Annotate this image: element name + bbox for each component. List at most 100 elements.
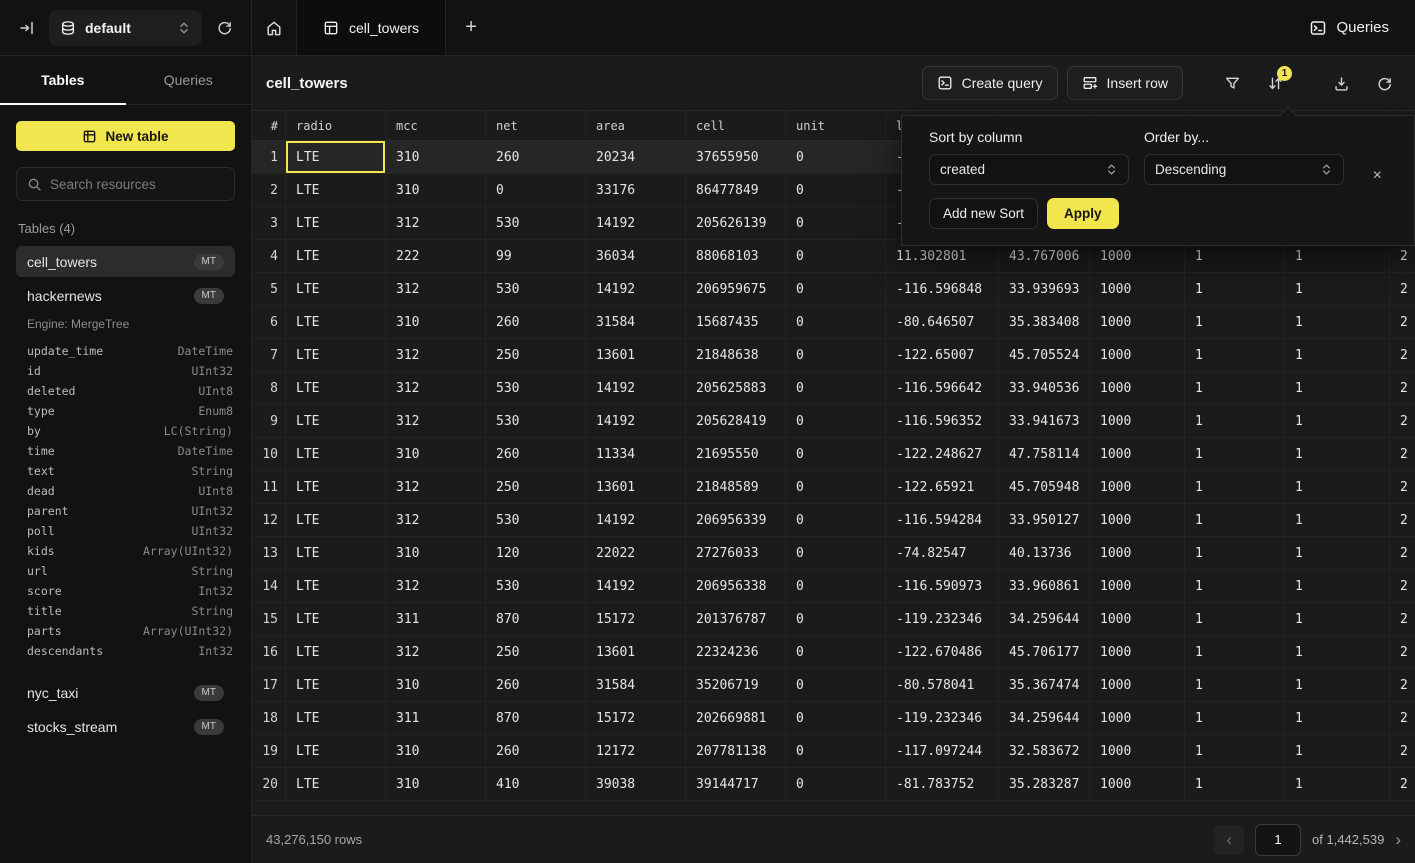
create-query-button[interactable]: Create query xyxy=(922,66,1058,100)
table-cell[interactable]: 1000 xyxy=(1090,603,1185,635)
table-cell[interactable]: 530 xyxy=(486,273,586,305)
table-cell[interactable]: 206956338 xyxy=(686,570,786,602)
table-cell[interactable]: 1 xyxy=(1285,537,1390,569)
table-cell[interactable]: 205626139 xyxy=(686,207,786,239)
table-cell[interactable]: 0 xyxy=(786,240,886,272)
table-cell[interactable]: 14192 xyxy=(586,570,686,602)
table-cell[interactable]: 310 xyxy=(386,306,486,338)
table-cell[interactable]: 1000 xyxy=(1090,537,1185,569)
table-cell[interactable]: 13601 xyxy=(586,636,686,668)
column-header-row-number[interactable]: # xyxy=(252,111,286,140)
filter-button[interactable] xyxy=(1215,66,1249,100)
table-cell[interactable]: 20234 xyxy=(586,141,686,173)
table-cell[interactable]: 530 xyxy=(486,570,586,602)
table-cell[interactable]: 2 xyxy=(1390,273,1415,305)
table-cell[interactable]: LTE xyxy=(286,471,386,503)
sidebar-tab-queries[interactable]: Queries xyxy=(126,56,252,104)
add-new-sort-button[interactable]: Add new Sort xyxy=(929,198,1038,229)
home-button[interactable] xyxy=(252,0,296,55)
table-cell[interactable]: 1000 xyxy=(1090,570,1185,602)
table-cell[interactable]: 1000 xyxy=(1090,273,1185,305)
table-cell[interactable]: 250 xyxy=(486,471,586,503)
table-cell[interactable]: 530 xyxy=(486,372,586,404)
table-cell[interactable]: 312 xyxy=(386,372,486,404)
table-cell[interactable]: 1000 xyxy=(1090,372,1185,404)
table-cell[interactable]: 40.13736 xyxy=(999,537,1090,569)
table-cell[interactable]: -116.596352 xyxy=(886,405,999,437)
table-cell[interactable]: 1 xyxy=(1185,537,1285,569)
column-header-unit[interactable]: unit xyxy=(786,111,886,140)
table-cell[interactable]: 1 xyxy=(1285,405,1390,437)
table-cell[interactable]: 32.583672 xyxy=(999,735,1090,767)
refresh-table-button[interactable] xyxy=(1367,66,1401,100)
table-cell[interactable]: 35.283287 xyxy=(999,768,1090,800)
table-cell[interactable]: -122.670486 xyxy=(886,636,999,668)
table-cell[interactable]: 1 xyxy=(1285,636,1390,668)
table-cell[interactable]: 0 xyxy=(786,768,886,800)
table-cell[interactable]: 15172 xyxy=(586,603,686,635)
table-cell[interactable]: 39038 xyxy=(586,768,686,800)
table-cell[interactable]: 312 xyxy=(386,471,486,503)
table-cell[interactable]: LTE xyxy=(286,141,386,173)
table-cell[interactable]: 1000 xyxy=(1090,471,1185,503)
table-cell[interactable]: 310 xyxy=(386,735,486,767)
table-cell[interactable]: -122.248627 xyxy=(886,438,999,470)
table-cell[interactable]: 2 xyxy=(1390,537,1415,569)
new-tab-button[interactable]: + xyxy=(446,0,496,55)
table-cell[interactable]: 0 xyxy=(786,339,886,371)
table-cell[interactable]: 0 xyxy=(786,669,886,701)
table-cell[interactable]: LTE xyxy=(286,240,386,272)
table-cell[interactable]: 1000 xyxy=(1090,702,1185,734)
table-cell[interactable]: 310 xyxy=(386,174,486,206)
table-cell[interactable]: 1 xyxy=(1185,372,1285,404)
table-cell[interactable]: 34.259644 xyxy=(999,702,1090,734)
table-cell[interactable]: -116.596642 xyxy=(886,372,999,404)
table-cell[interactable]: -119.232346 xyxy=(886,702,999,734)
table-cell[interactable]: 222 xyxy=(386,240,486,272)
table-cell[interactable]: 2 xyxy=(1390,339,1415,371)
table-cell[interactable]: 1000 xyxy=(1090,504,1185,536)
table-cell[interactable]: -119.232346 xyxy=(886,603,999,635)
table-cell[interactable]: -116.594284 xyxy=(886,504,999,536)
table-cell[interactable]: 2 xyxy=(1390,306,1415,338)
table-cell[interactable]: 1000 xyxy=(1090,405,1185,437)
table-cell[interactable]: 312 xyxy=(386,636,486,668)
table-cell[interactable]: 250 xyxy=(486,339,586,371)
table-cell[interactable]: 205625883 xyxy=(686,372,786,404)
table-cell[interactable]: 0 xyxy=(786,735,886,767)
table-cell[interactable]: -81.783752 xyxy=(886,768,999,800)
table-cell[interactable]: 311 xyxy=(386,702,486,734)
table-cell[interactable]: 250 xyxy=(486,636,586,668)
column-header-net[interactable]: net xyxy=(486,111,586,140)
table-cell[interactable]: 0 xyxy=(486,174,586,206)
table-cell[interactable]: 1000 xyxy=(1090,768,1185,800)
table-cell[interactable]: 33.960861 xyxy=(999,570,1090,602)
table-cell[interactable]: 2 xyxy=(1390,405,1415,437)
table-cell[interactable]: 86477849 xyxy=(686,174,786,206)
search-input[interactable] xyxy=(50,177,224,192)
table-cell[interactable]: 33176 xyxy=(586,174,686,206)
table-cell[interactable]: 0 xyxy=(786,438,886,470)
table-cell[interactable]: LTE xyxy=(286,537,386,569)
table-cell[interactable]: 1 xyxy=(1185,339,1285,371)
table-cell[interactable]: 31584 xyxy=(586,669,686,701)
table-cell[interactable]: 1 xyxy=(1185,768,1285,800)
table-cell[interactable]: 2 xyxy=(1390,471,1415,503)
table-cell[interactable]: 14192 xyxy=(586,405,686,437)
table-cell[interactable]: 1 xyxy=(1285,570,1390,602)
table-cell[interactable]: -116.596848 xyxy=(886,273,999,305)
table-cell[interactable]: 530 xyxy=(486,504,586,536)
table-cell[interactable]: 0 xyxy=(786,702,886,734)
table-cell[interactable]: 1000 xyxy=(1090,735,1185,767)
database-selector[interactable]: default xyxy=(49,10,202,46)
table-cell[interactable]: LTE xyxy=(286,702,386,734)
download-button[interactable] xyxy=(1324,66,1358,100)
sidebar-collapse-button[interactable] xyxy=(12,13,42,43)
table-cell[interactable]: 14192 xyxy=(586,273,686,305)
table-cell[interactable]: 36034 xyxy=(586,240,686,272)
table-cell[interactable]: 1 xyxy=(1285,603,1390,635)
table-cell[interactable]: 312 xyxy=(386,339,486,371)
table-cell[interactable]: 39144717 xyxy=(686,768,786,800)
table-cell[interactable]: 27276033 xyxy=(686,537,786,569)
table-cell[interactable]: 205628419 xyxy=(686,405,786,437)
